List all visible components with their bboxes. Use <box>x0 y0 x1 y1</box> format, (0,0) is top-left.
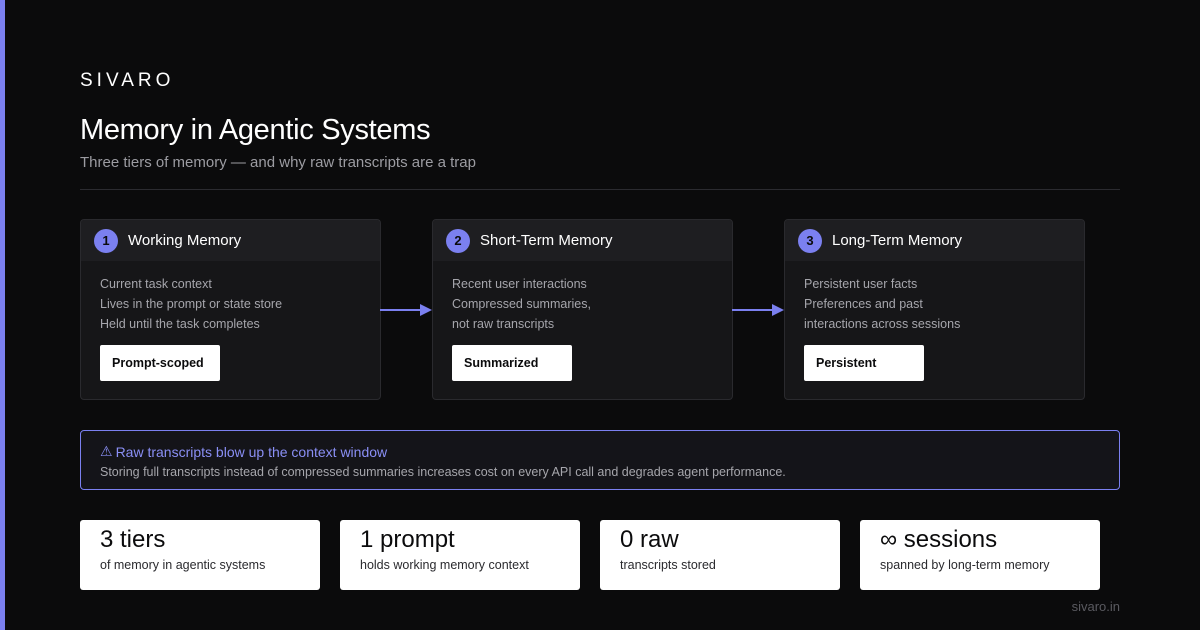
tier-number-badge: 1 <box>94 228 118 253</box>
warning-icon: ⚠ <box>100 443 113 459</box>
tier-title: Working Memory <box>128 232 242 249</box>
tier-tag: Persistent <box>804 345 924 381</box>
tier-card-header: 1 Working Memory <box>81 220 380 261</box>
stat-value: ∞ sessions <box>880 526 998 553</box>
stat-card: 0 raw transcripts stored <box>600 520 840 590</box>
warning-callout: ⚠ Raw transcripts blow up the context wi… <box>80 430 1120 490</box>
warning-title: ⚠ Raw transcripts blow up the context wi… <box>100 443 1100 460</box>
tier-card-header: 3 Long-Term Memory <box>785 220 1084 261</box>
footer-url: sivaro.in <box>1071 599 1120 614</box>
arrow-right-icon <box>380 304 432 316</box>
stat-card: ∞ sessions spanned by long-term memory <box>860 520 1100 590</box>
stat-card: 1 prompt holds working memory context <box>340 520 580 590</box>
header-divider <box>80 189 1120 190</box>
tier-description-line: interactions across sessions <box>804 317 961 331</box>
tier-number-badge: 2 <box>446 228 470 253</box>
page-title: Memory in Agentic Systems <box>80 114 431 146</box>
stat-label: spanned by long-term memory <box>880 558 1050 572</box>
stat-value: 3 tiers <box>100 526 166 553</box>
tier-number-badge: 3 <box>798 228 822 253</box>
tier-tag: Prompt-scoped <box>100 345 220 381</box>
tier-description-line: Held until the task completes <box>100 317 260 331</box>
accent-bar <box>0 0 5 630</box>
stat-label: holds working memory context <box>360 558 529 572</box>
tier-card-header: 2 Short-Term Memory <box>433 220 732 261</box>
stat-value: 1 prompt <box>360 526 455 553</box>
tier-description-line: Lives in the prompt or state store <box>100 297 283 311</box>
tier-description: Persistent user facts Preferences and pa… <box>785 261 1084 334</box>
stat-label: of memory in agentic systems <box>100 558 266 572</box>
tier-tag: Summarized <box>452 345 572 381</box>
tier-description-line: Recent user interactions <box>452 277 587 291</box>
tier-description-line: not raw transcripts <box>452 317 555 331</box>
stat-card: 3 tiers of memory in agentic systems <box>80 520 320 590</box>
stat-value: 0 raw <box>620 526 679 553</box>
tier-card-short-term-memory: 2 Short-Term Memory Recent user interact… <box>432 219 733 400</box>
tier-title: Short-Term Memory <box>480 232 613 249</box>
tier-title: Long-Term Memory <box>832 232 963 249</box>
arrow-right-icon <box>732 304 784 316</box>
tier-description: Recent user interactions Compressed summ… <box>433 261 732 334</box>
warning-text: Storing full transcripts instead of comp… <box>100 465 786 479</box>
tier-description-line: Preferences and past <box>804 297 923 311</box>
stat-label: transcripts stored <box>620 558 716 572</box>
tier-card-long-term-memory: 3 Long-Term Memory Persistent user facts… <box>784 219 1085 400</box>
tier-description-line: Current task context <box>100 277 212 291</box>
page-subtitle: Three tiers of memory — and why raw tran… <box>80 154 476 171</box>
tier-description-line: Persistent user facts <box>804 277 918 291</box>
brand-logo: SIVARO <box>80 70 175 91</box>
warning-title-text: Raw transcripts blow up the context wind… <box>115 443 388 460</box>
tier-description-line: Compressed summaries, <box>452 297 591 311</box>
tier-card-working-memory: 1 Working Memory Current task context Li… <box>80 219 381 400</box>
tier-description: Current task context Lives in the prompt… <box>81 261 380 334</box>
